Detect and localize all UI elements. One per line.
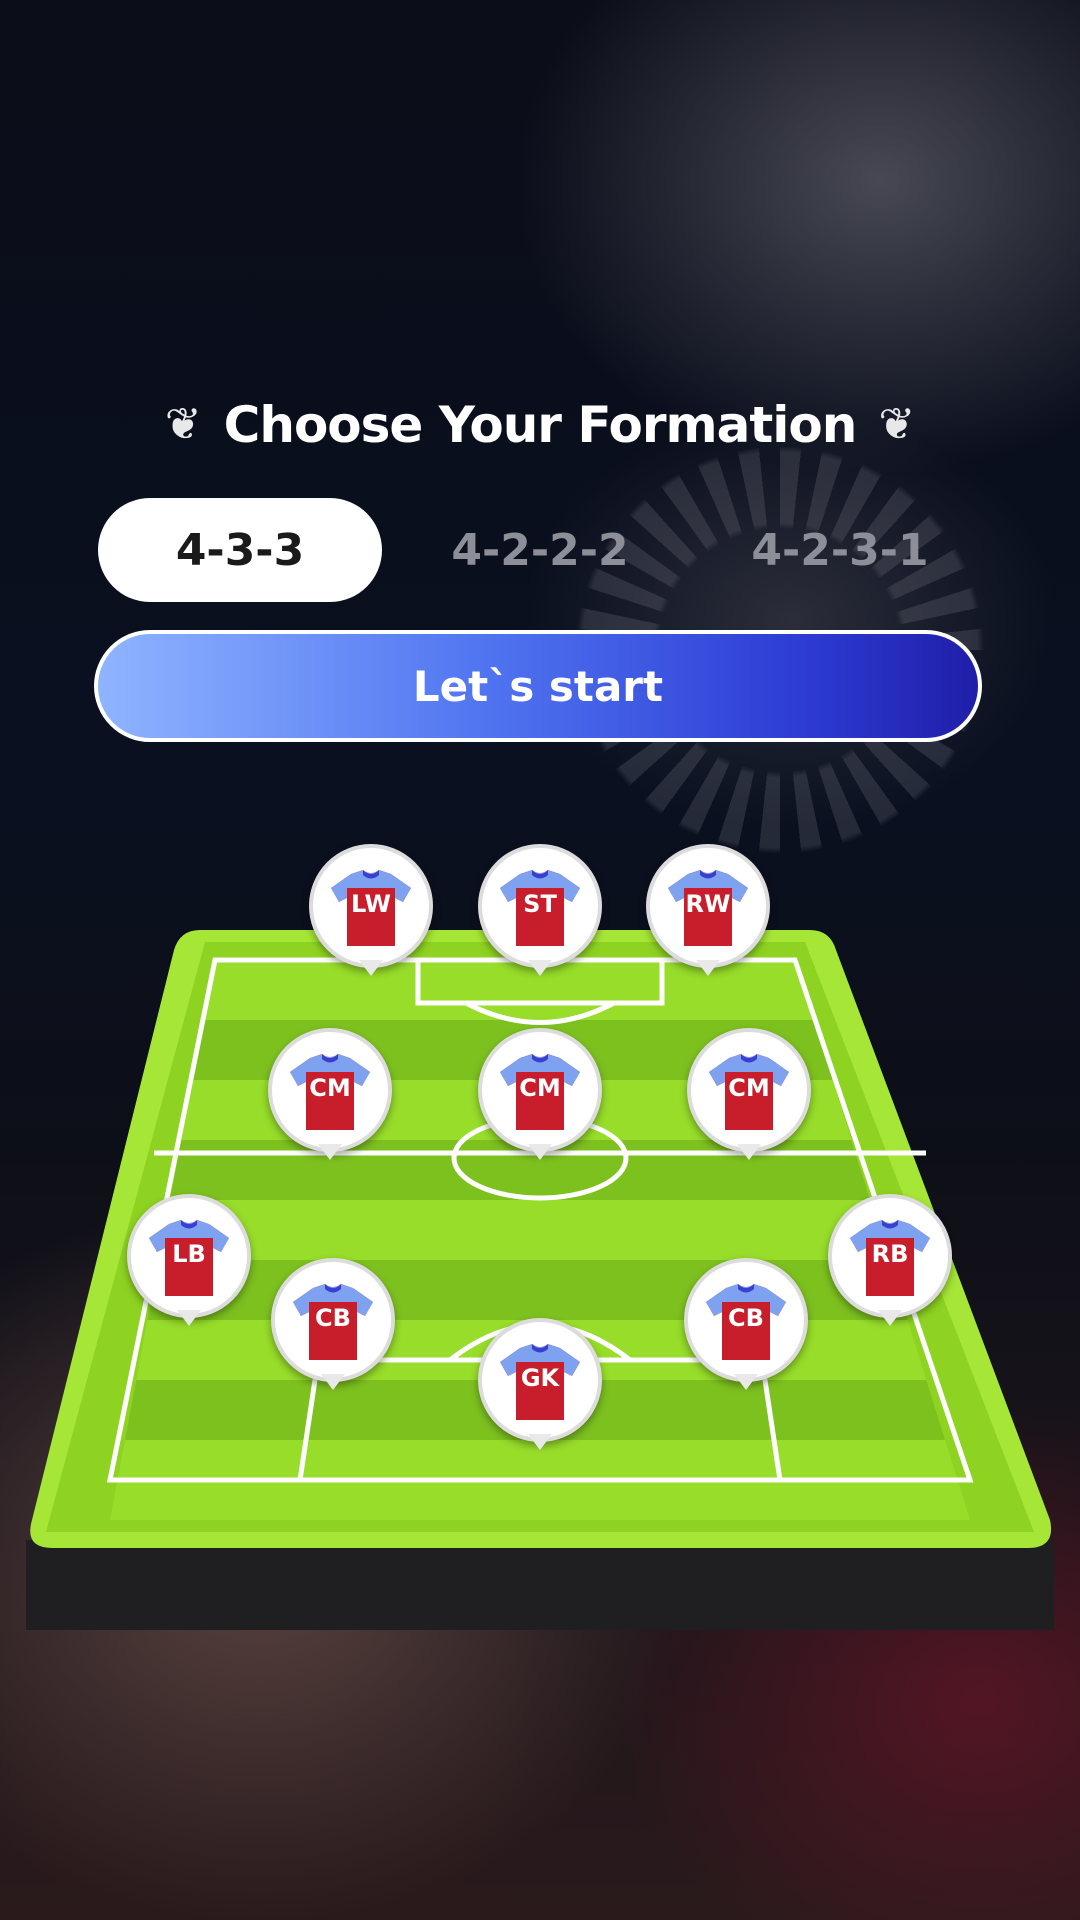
- marker-tip: [318, 1144, 342, 1160]
- page-title: Choose Your Formation: [223, 396, 858, 454]
- position-label: CB: [315, 1304, 351, 1332]
- position-label: RB: [871, 1240, 909, 1268]
- player-marker-rw[interactable]: RW: [646, 844, 770, 992]
- marker-tip: [528, 960, 552, 976]
- position-label: LW: [351, 890, 391, 918]
- start-button[interactable]: Let`s start: [94, 630, 982, 742]
- tab-4-2-2-2[interactable]: 4-2-2-2: [398, 498, 682, 602]
- marker-tip: [696, 960, 720, 976]
- position-label: LB: [172, 1240, 206, 1268]
- player-marker-lw[interactable]: LW: [309, 844, 433, 992]
- player-marker-gk[interactable]: GK: [478, 1318, 602, 1466]
- player-marker-st[interactable]: ST: [478, 844, 602, 992]
- pitch-base: [26, 1540, 1054, 1630]
- position-label: CM: [519, 1074, 561, 1102]
- formation-tabs: 4-3-3 4-2-2-2 4-2-3-1: [98, 498, 982, 602]
- marker-tip: [734, 1374, 758, 1390]
- player-marker-cb-left[interactable]: CB: [271, 1258, 395, 1406]
- player-marker-cm-right[interactable]: CM: [687, 1028, 811, 1176]
- position-label: GK: [520, 1364, 560, 1392]
- marker-tip: [528, 1144, 552, 1160]
- player-marker-cm-center[interactable]: CM: [478, 1028, 602, 1176]
- title-bar: ❦ Choose Your Formation ❦: [0, 396, 1080, 454]
- position-label: RW: [685, 890, 731, 918]
- laurel-right-icon: ❦: [878, 399, 916, 450]
- position-label: CM: [309, 1074, 351, 1102]
- position-label: CM: [728, 1074, 770, 1102]
- marker-tip: [359, 960, 383, 976]
- player-marker-rb[interactable]: RB: [828, 1194, 952, 1342]
- marker-tip: [878, 1310, 902, 1326]
- marker-tip: [177, 1310, 201, 1326]
- player-marker-lb[interactable]: LB: [127, 1194, 251, 1342]
- marker-tip: [737, 1144, 761, 1160]
- tab-4-2-3-1[interactable]: 4-2-3-1: [698, 498, 982, 602]
- marker-tip: [321, 1374, 345, 1390]
- position-label: ST: [523, 890, 557, 918]
- player-marker-cm-left[interactable]: CM: [268, 1028, 392, 1176]
- marker-tip: [528, 1434, 552, 1450]
- position-label: CB: [728, 1304, 764, 1332]
- player-marker-cb-right[interactable]: CB: [684, 1258, 808, 1406]
- laurel-left-icon: ❦: [164, 399, 202, 450]
- tab-4-3-3[interactable]: 4-3-3: [98, 498, 382, 602]
